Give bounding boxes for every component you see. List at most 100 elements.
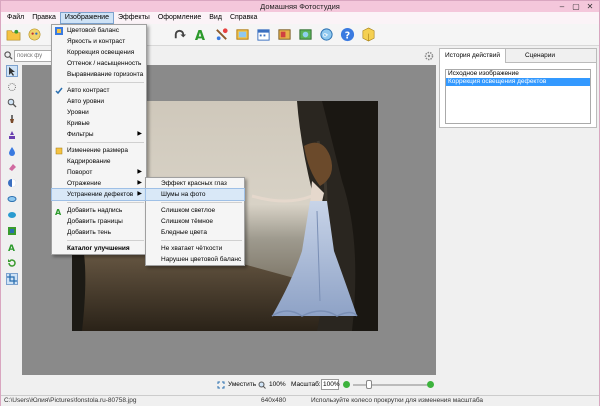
menu-item-lighting[interactable]: Коррекция освещения bbox=[52, 47, 146, 58]
menu-item-enhance-catalog[interactable]: Каталог улучшения bbox=[52, 243, 146, 254]
actual-size-button[interactable]: 100% bbox=[269, 381, 286, 388]
submenu-item-color-balance[interactable]: Нарушен цветовой баланс bbox=[146, 254, 244, 265]
tab-history[interactable]: История действий bbox=[440, 49, 506, 63]
status-hint: Используйте колесо прокрутки для изменен… bbox=[311, 397, 484, 404]
menu-item-hue[interactable]: Оттенок / насыщенность bbox=[52, 58, 146, 69]
menu-item-filters[interactable]: Фильтры ▶ bbox=[52, 129, 146, 140]
zoom-tool-icon[interactable] bbox=[6, 97, 18, 109]
actual-size-icon[interactable] bbox=[258, 381, 266, 389]
redo-icon[interactable] bbox=[171, 26, 188, 43]
frame-icon[interactable] bbox=[234, 26, 251, 43]
menu-item-add-text[interactable]: A Добавить надпись bbox=[52, 205, 146, 216]
menu-item-fix-defects[interactable]: Устранение дефектов ▶ bbox=[51, 188, 147, 201]
zoom-out-icon[interactable] bbox=[343, 381, 350, 388]
rotate-tool-icon[interactable] bbox=[6, 257, 18, 269]
stamp-tool-icon[interactable] bbox=[6, 129, 18, 141]
fit-icon[interactable] bbox=[217, 381, 225, 389]
image-dimensions: 640x480 bbox=[261, 397, 286, 404]
text-tool-left-icon[interactable]: A bbox=[6, 241, 18, 253]
app-window: Домашняя Фотостудия – ▢ ✕ Файл Правка Из… bbox=[0, 0, 600, 406]
crop-tool-icon[interactable] bbox=[6, 273, 18, 285]
history-item-selected[interactable]: Коррекция освещения дефектов bbox=[446, 78, 590, 86]
tab-scenarios[interactable]: Сценарии bbox=[520, 49, 560, 63]
menu-item-add-shadow[interactable]: Добавить тень bbox=[52, 227, 146, 238]
svg-text:?: ? bbox=[345, 30, 350, 41]
status-bar: C:\Users\Юлия\Pictures\fonstola.ru-80758… bbox=[1, 395, 599, 406]
menu-separator bbox=[67, 202, 144, 203]
minimize-icon[interactable]: – bbox=[555, 1, 569, 11]
menu-edit[interactable]: Правка bbox=[28, 12, 60, 24]
menu-effects[interactable]: Эффекты bbox=[114, 12, 154, 24]
menu-separator bbox=[67, 142, 144, 143]
history-tabs: История действий Сценарии bbox=[440, 49, 596, 63]
zoom-in-icon[interactable] bbox=[427, 381, 434, 388]
menu-item-curves[interactable]: Кривые bbox=[52, 118, 146, 129]
color-balance-icon bbox=[55, 27, 63, 35]
zoom-slider-thumb[interactable] bbox=[366, 380, 372, 389]
menu-item-resize[interactable]: Изменение размера bbox=[52, 145, 146, 156]
submenu-item-too-light[interactable]: Слишком светлое bbox=[146, 205, 244, 216]
drop-tool-icon[interactable] bbox=[6, 145, 18, 157]
menu-item-flip[interactable]: Отражение ▶ bbox=[52, 178, 146, 189]
menu-separator bbox=[161, 202, 242, 203]
text-tool-icon[interactable]: A bbox=[192, 26, 209, 43]
menu-file[interactable]: Файл bbox=[3, 12, 28, 24]
contrast-tool-icon[interactable] bbox=[6, 177, 18, 189]
svg-text:⟳: ⟳ bbox=[323, 31, 329, 39]
eraser-tool-icon[interactable] bbox=[6, 161, 18, 173]
submenu-arrow-icon: ▶ bbox=[137, 180, 142, 186]
menu-help[interactable]: Справка bbox=[226, 12, 261, 24]
menu-image[interactable]: Изображение bbox=[59, 12, 114, 24]
shape-tool-icon[interactable] bbox=[6, 209, 18, 221]
resize-icon bbox=[55, 147, 63, 155]
gallery-icon[interactable] bbox=[26, 26, 43, 43]
menu-item-auto-contrast[interactable]: Авто контраст bbox=[52, 85, 146, 96]
menu-design[interactable]: Оформление bbox=[154, 12, 205, 24]
submenu-item-red-eye[interactable]: Эффект красных глаз bbox=[146, 178, 244, 189]
menu-item-horizon[interactable]: Выравнивание горизонта bbox=[52, 69, 146, 80]
menu-item-rotate[interactable]: Поворот ▶ bbox=[52, 167, 146, 178]
defects-submenu: Эффект красных глаз Шумы на фото Слишком… bbox=[145, 177, 245, 266]
svg-text:A: A bbox=[8, 244, 15, 252]
close-icon[interactable]: ✕ bbox=[583, 1, 597, 11]
calendar-icon[interactable] bbox=[255, 26, 272, 43]
brush-tool-icon[interactable] bbox=[6, 113, 18, 125]
palette-icon[interactable] bbox=[213, 26, 230, 43]
pointer-tool-icon[interactable] bbox=[6, 65, 18, 77]
zoom-bar: Уместить 100% Масштаб: 100% bbox=[1, 377, 438, 393]
menu-separator bbox=[67, 240, 144, 241]
fit-button[interactable]: Уместить bbox=[228, 381, 256, 388]
maximize-icon[interactable]: ▢ bbox=[569, 1, 583, 11]
menu-item-levels[interactable]: Уровни bbox=[52, 107, 146, 118]
history-panel: История действий Сценарии Исходное изобр… bbox=[439, 48, 597, 128]
search-input[interactable] bbox=[14, 50, 54, 62]
submenu-arrow-icon: ▶ bbox=[137, 131, 142, 137]
menu-separator bbox=[67, 82, 144, 83]
color-tool-icon[interactable] bbox=[6, 225, 18, 237]
history-item[interactable]: Исходное изображение bbox=[446, 70, 590, 78]
collage-icon[interactable] bbox=[276, 26, 293, 43]
submenu-item-too-dark[interactable]: Слишком тёмное bbox=[146, 216, 244, 227]
scale-input[interactable]: 100% bbox=[321, 379, 340, 390]
submenu-item-noise[interactable]: Шумы на фото bbox=[145, 188, 245, 201]
batch-icon[interactable]: ⟳ bbox=[318, 26, 335, 43]
hand-tool-icon[interactable] bbox=[6, 81, 18, 93]
history-list: Исходное изображение Коррекция освещения… bbox=[445, 69, 591, 124]
postcard-icon[interactable] bbox=[297, 26, 314, 43]
svg-text:A: A bbox=[195, 29, 206, 42]
menu-item-add-borders[interactable]: Добавить границы bbox=[52, 216, 146, 227]
zoom-slider-track[interactable] bbox=[353, 384, 427, 386]
menu-item-color-balance[interactable]: Цветовой баланс bbox=[52, 25, 146, 36]
submenu-item-pale-colors[interactable]: Бледные цвета bbox=[146, 227, 244, 238]
eye-tool-icon[interactable] bbox=[6, 193, 18, 205]
menu-item-auto-levels[interactable]: Авто уровни bbox=[52, 96, 146, 107]
menu-view[interactable]: Вид bbox=[205, 12, 226, 24]
menu-item-crop[interactable]: Кадрирование bbox=[52, 156, 146, 167]
open-folder-icon[interactable] bbox=[5, 26, 22, 43]
package-icon[interactable] bbox=[360, 26, 377, 43]
gear-icon[interactable] bbox=[424, 51, 434, 61]
menu-item-brightness[interactable]: Яркость и контраст bbox=[52, 36, 146, 47]
help-icon[interactable]: ? bbox=[339, 26, 356, 43]
submenu-item-sharpness[interactable]: Не хватает чёткости bbox=[146, 243, 244, 254]
menu-separator bbox=[161, 240, 242, 241]
